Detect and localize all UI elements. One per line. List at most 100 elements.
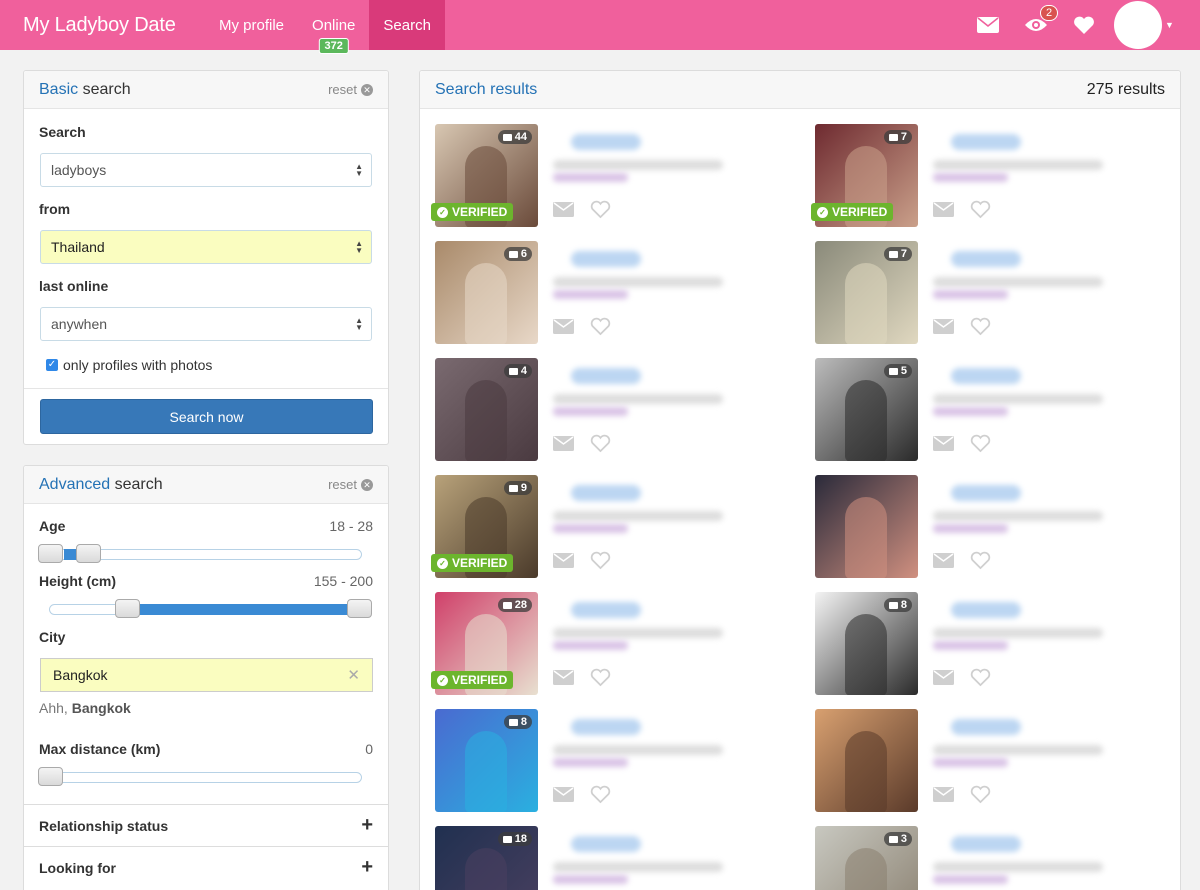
looking-for-section[interactable]: Looking for + [24,846,388,888]
heart-outline-icon[interactable] [590,434,611,453]
result-card[interactable]: 6 [435,241,795,345]
city-input[interactable]: Bangkok ✕ [40,658,373,692]
heart-outline-icon[interactable] [590,317,611,336]
distance-slider[interactable] [38,761,364,791]
blur-flag [553,641,628,650]
card-actions [933,785,991,804]
result-card[interactable]: 5 [815,358,1175,462]
envelope-icon[interactable] [933,787,954,802]
heart-outline-icon[interactable] [590,551,611,570]
heart-outline-icon[interactable] [970,317,991,336]
profile-photo[interactable]: 7 [815,241,918,344]
distance-value: 0 [365,741,373,757]
search-type-select[interactable]: ladyboys ▲ ▼ [40,153,372,187]
distance-handle[interactable] [38,767,63,786]
result-card[interactable]: 18 [435,826,795,890]
profile-info-blurred [553,719,783,767]
advanced-search-title: Advanced search [39,475,163,493]
blur-line [933,277,1103,287]
blur-line [553,862,723,872]
height-max-handle[interactable] [347,599,372,618]
envelope-icon[interactable] [933,553,954,568]
profile-photo[interactable] [815,709,918,812]
last-online-label: last online [39,278,109,294]
profile-photo[interactable]: 18 [435,826,538,890]
heart-outline-icon[interactable] [970,668,991,687]
envelope-icon[interactable] [553,787,574,802]
heart-outline-icon[interactable] [590,785,611,804]
profile-photo[interactable]: 8 [815,592,918,695]
photo-subject [465,380,507,461]
nav-online[interactable]: Online 372 [298,0,369,54]
envelope-icon[interactable] [553,319,574,334]
result-card[interactable]: 8 [815,592,1175,696]
envelope-icon [977,17,999,33]
envelope-icon[interactable] [553,436,574,451]
basic-reset-button[interactable]: reset ✕ [328,82,373,97]
heart-outline-icon[interactable] [970,200,991,219]
messages-button[interactable] [964,0,1012,50]
envelope-icon[interactable] [553,553,574,568]
heart-outline-icon[interactable] [970,551,991,570]
heart-outline-icon[interactable] [970,785,991,804]
profile-info-blurred [933,251,1163,299]
visitors-button[interactable]: 2 [1012,0,1060,50]
heart-outline-icon[interactable] [970,434,991,453]
result-card[interactable]: 3 [815,826,1175,890]
account-menu[interactable]: ▼ [1108,1,1200,49]
blur-line [933,745,1103,755]
result-card[interactable]: 4 [435,358,795,462]
blur-line [933,511,1103,521]
clear-icon[interactable]: ✕ [347,666,360,684]
height-min-handle[interactable] [115,599,140,618]
envelope-icon[interactable] [933,202,954,217]
result-card[interactable] [815,709,1175,813]
age-slider[interactable] [38,538,364,568]
relationship-status-section[interactable]: Relationship status + [24,804,388,846]
card-actions [933,200,991,219]
profile-photo[interactable]: 3 [815,826,918,890]
age-min-handle[interactable] [38,544,63,563]
heart-outline-icon[interactable] [590,200,611,219]
blur-name [951,485,1021,501]
nav-my-profile[interactable]: My profile [205,0,298,50]
photo-count-badge: 7 [883,130,912,144]
age-max-handle[interactable] [76,544,101,563]
envelope-icon[interactable] [933,670,954,685]
result-card[interactable]: 28 ✓ VERIFIED [431,592,795,696]
distance-slider-track [50,772,362,783]
profile-photo[interactable]: 4 [435,358,538,461]
city-hint: Ahh, Bangkok [39,700,131,716]
result-card[interactable] [815,475,1175,579]
profile-photo[interactable]: 8 [435,709,538,812]
result-card[interactable]: 7 ✓ VERIFIED [811,124,1175,228]
select-arrows-icon: ▲ ▼ [355,239,363,255]
photo-subject [845,848,887,890]
result-card[interactable]: 9 ✓ VERIFIED [431,475,795,579]
blur-flag [553,758,628,767]
last-online-select[interactable]: anywhen ▲ ▼ [40,307,372,341]
height-value: 155 - 200 [313,573,373,589]
envelope-icon[interactable] [933,319,954,334]
photo-subject [845,731,887,812]
result-card[interactable]: 7 [815,241,1175,345]
photos-only-checkbox[interactable]: ✓ [46,359,58,371]
height-slider[interactable] [49,593,375,623]
profile-photo[interactable]: 6 [435,241,538,344]
result-card[interactable]: 8 [435,709,795,813]
result-card[interactable]: 44 ✓ VERIFIED [431,124,795,228]
envelope-icon[interactable] [933,436,954,451]
advanced-reset-button[interactable]: reset ✕ [328,477,373,492]
favorites-button[interactable] [1060,0,1108,50]
envelope-icon[interactable] [553,670,574,685]
heart-outline-icon[interactable] [590,668,611,687]
envelope-icon[interactable] [553,202,574,217]
profile-photo[interactable]: 5 [815,358,918,461]
brand-logo[interactable]: My Ladyboy Date [0,14,205,37]
search-now-button[interactable]: Search now [40,399,373,434]
country-select[interactable]: Thailand ▲ ▼ [40,230,372,264]
nav-search[interactable]: Search [369,0,445,50]
photos-only-checkbox-row[interactable]: ✓ only profiles with photos [46,357,212,373]
profile-photo[interactable] [815,475,918,578]
search-label: Search [39,124,86,140]
